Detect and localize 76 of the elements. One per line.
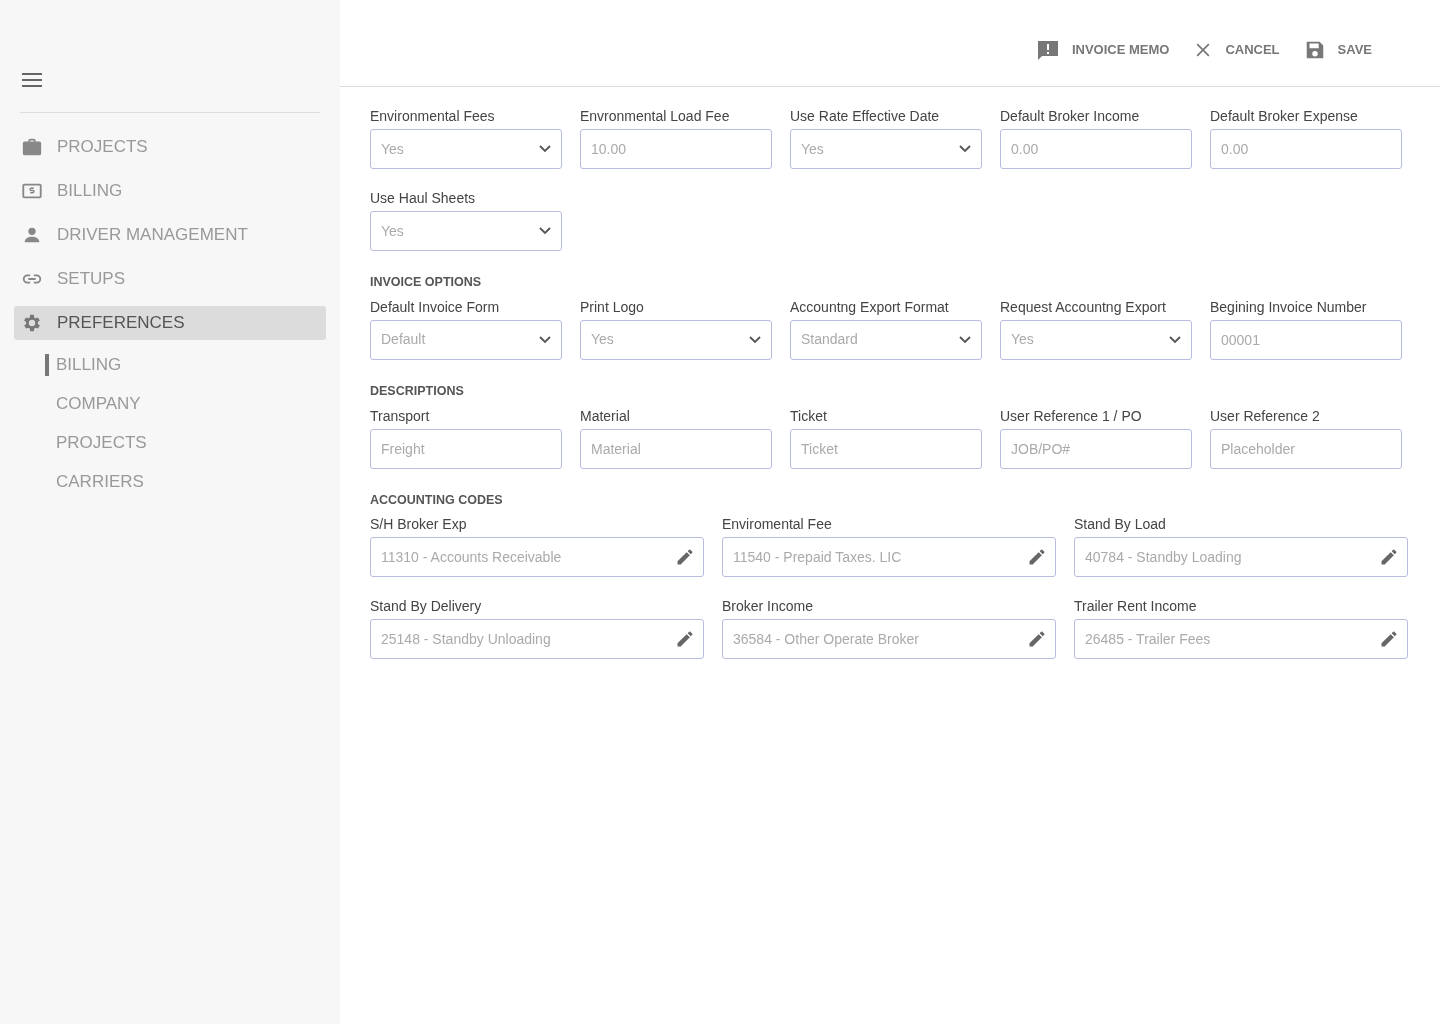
input-field[interactable]: 10.00 bbox=[580, 129, 772, 169]
input-field[interactable]: 11540 - Prepaid Taxes. LIC bbox=[722, 537, 1056, 578]
section-heading: ACCOUNTING CODES bbox=[370, 491, 504, 509]
chevron-down-icon bbox=[959, 335, 971, 344]
nav-subitem[interactable]: PROJECTS bbox=[45, 431, 147, 454]
edit-icon[interactable] bbox=[1379, 629, 1399, 650]
input-field[interactable]: Freight bbox=[370, 428, 562, 469]
edit-icon[interactable] bbox=[675, 629, 695, 650]
chevron-down-icon bbox=[539, 335, 551, 344]
nav-item[interactable]: SETUPS bbox=[14, 262, 326, 296]
settings-icon bbox=[21, 312, 43, 334]
nav-item[interactable]: DRIVER MANAGEMENT bbox=[14, 218, 326, 252]
field-label: Begining Invoice Number bbox=[1210, 297, 1368, 316]
dropdown[interactable]: Yes bbox=[370, 211, 562, 251]
nav-item[interactable]: PREFERENCES bbox=[14, 306, 326, 340]
dropdown[interactable]: Yes bbox=[580, 319, 772, 360]
briefcase-icon bbox=[21, 136, 43, 158]
edit-icon[interactable] bbox=[675, 547, 695, 568]
field-label: Accountng Export Format bbox=[790, 297, 950, 316]
chevron-down-icon bbox=[539, 145, 551, 153]
field-label: Broker Income bbox=[722, 597, 815, 616]
field-label: Use Rate Effective Date bbox=[790, 107, 941, 125]
field-label: Transport bbox=[370, 406, 431, 425]
speech-bubble-icon bbox=[1035, 38, 1060, 62]
field-label: Stand By Load bbox=[1074, 515, 1167, 534]
input-field[interactable]: 0.00 bbox=[1000, 129, 1192, 169]
field-label: Ticket bbox=[790, 406, 828, 425]
field-label: Request Accountng Export bbox=[1000, 297, 1167, 316]
field-label: Default Broker Income bbox=[1000, 107, 1141, 125]
input-field[interactable]: 40784 - Standby Loading bbox=[1074, 537, 1408, 578]
nav-subitem[interactable]: CARRIERS bbox=[45, 470, 144, 493]
edit-icon[interactable] bbox=[1027, 629, 1047, 650]
input-field[interactable]: Placeholder bbox=[1210, 428, 1402, 469]
chevron-down-icon bbox=[749, 335, 761, 344]
field-label: Envronmental Load Fee bbox=[580, 107, 731, 125]
field-label: Environmental Fees bbox=[370, 107, 496, 125]
edit-icon[interactable] bbox=[1027, 547, 1047, 568]
field-label: Default Broker Expense bbox=[1210, 107, 1359, 125]
input-field[interactable]: 0.00 bbox=[1210, 129, 1402, 169]
field-label: Stand By Delivery bbox=[370, 597, 483, 616]
field-label: S/H Broker Exp bbox=[370, 515, 468, 534]
field-label: Material bbox=[580, 406, 631, 425]
field-label: Print Logo bbox=[580, 297, 645, 316]
nav-item[interactable]: PROJECTS bbox=[14, 130, 326, 164]
input-field[interactable]: Ticket bbox=[790, 428, 982, 469]
field-label: Use Haul Sheets bbox=[370, 189, 477, 207]
dropdown[interactable]: Yes bbox=[790, 129, 982, 169]
menu-icon[interactable] bbox=[22, 73, 42, 87]
field-label: User Reference 1 / PO bbox=[1000, 406, 1143, 425]
input-field[interactable]: 36584 - Other Operate Broker bbox=[722, 619, 1056, 660]
chevron-down-icon bbox=[1169, 335, 1181, 344]
dropdown[interactable]: Default bbox=[370, 319, 562, 360]
nav-subitem[interactable]: BILLING bbox=[45, 353, 122, 376]
field-label: User Reference 2 bbox=[1210, 406, 1321, 425]
toolbar-button[interactable]: INVOICE MEMO bbox=[1035, 38, 1170, 62]
field-label: Default Invoice Form bbox=[370, 297, 501, 316]
nav-item[interactable]: BILLING bbox=[14, 174, 326, 208]
chevron-down-icon bbox=[959, 145, 971, 153]
edit-icon[interactable] bbox=[1379, 547, 1399, 568]
input-field[interactable]: 25148 - Standby Unloading bbox=[370, 619, 704, 660]
field-label: Trailer Rent Income bbox=[1074, 597, 1198, 616]
input-field[interactable]: 11310 - Accounts Receivable bbox=[370, 537, 704, 578]
toolbar-button[interactable]: SAVE bbox=[1303, 39, 1372, 61]
input-field[interactable]: JOB/PO# bbox=[1000, 428, 1192, 469]
dropdown[interactable]: Yes bbox=[1000, 319, 1192, 360]
section-heading: DESCRIPTIONS bbox=[370, 382, 465, 400]
input-field[interactable]: 00001 bbox=[1210, 319, 1402, 360]
toolbar-button[interactable]: CANCEL bbox=[1193, 40, 1280, 60]
nav-subitem[interactable]: COMPANY bbox=[45, 392, 141, 415]
input-field[interactable]: 26485 - Trailer Fees bbox=[1074, 619, 1408, 660]
chevron-down-icon bbox=[539, 227, 551, 235]
section-heading: INVOICE OPTIONS bbox=[370, 274, 483, 291]
dropdown[interactable]: Yes bbox=[370, 129, 562, 169]
field-label: Enviromental Fee bbox=[722, 515, 833, 534]
dropdown[interactable]: Standard bbox=[790, 319, 982, 360]
input-field[interactable]: Material bbox=[580, 428, 772, 469]
